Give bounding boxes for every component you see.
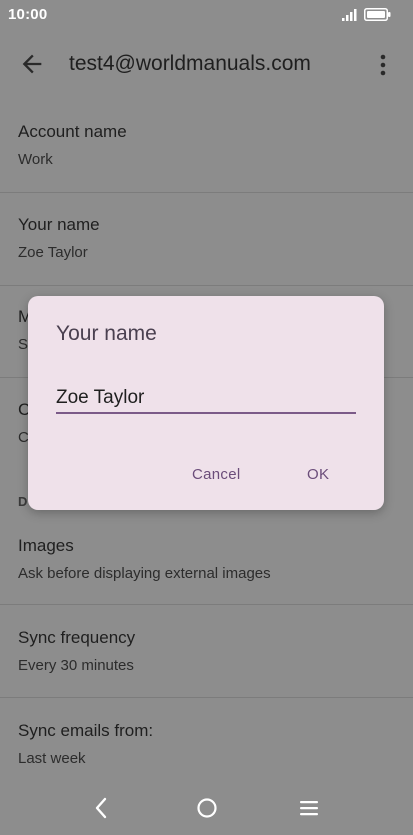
more-vert-icon bbox=[380, 54, 386, 76]
setting-value: Every 30 minutes bbox=[18, 657, 134, 674]
signal-icon bbox=[342, 8, 357, 21]
setting-value: Ask before displaying external images bbox=[18, 565, 271, 582]
back-nav-icon bbox=[95, 797, 107, 819]
settings-screen: 10:00 test4@worldmanuals.com Account nam… bbox=[0, 0, 413, 835]
status-time: 10:00 bbox=[8, 6, 48, 23]
setting-images[interactable]: Images Ask before displaying external im… bbox=[0, 536, 413, 605]
setting-title: Sync frequency bbox=[18, 628, 136, 647]
ok-button[interactable]: OK bbox=[307, 466, 329, 483]
page-title: test4@worldmanuals.com bbox=[69, 52, 311, 75]
back-button[interactable] bbox=[18, 50, 46, 78]
home-nav-icon bbox=[197, 798, 217, 818]
setting-value: Last week bbox=[18, 750, 86, 767]
dialog-title: Your name bbox=[56, 322, 157, 345]
setting-value: Zoe Taylor bbox=[18, 244, 88, 261]
status-icons bbox=[342, 8, 391, 21]
app-bar: test4@worldmanuals.com bbox=[0, 30, 413, 100]
setting-your-name[interactable]: Your name Zoe Taylor bbox=[0, 215, 413, 286]
name-input[interactable] bbox=[56, 384, 356, 414]
setting-account-name[interactable]: Account name Work bbox=[0, 122, 413, 193]
nav-home-button[interactable] bbox=[193, 794, 221, 822]
nav-menu-button[interactable] bbox=[295, 794, 323, 822]
arrow-back-icon bbox=[22, 54, 42, 74]
cancel-button[interactable]: Cancel bbox=[192, 466, 241, 483]
more-options-button[interactable] bbox=[373, 52, 393, 78]
system-navigation-bar bbox=[0, 780, 413, 835]
setting-sync-emails-from[interactable]: Sync emails from: Last week bbox=[0, 721, 413, 781]
setting-value: Work bbox=[18, 151, 53, 168]
battery-icon bbox=[364, 8, 391, 21]
nav-back-button[interactable] bbox=[87, 794, 115, 822]
setting-title: Your name bbox=[18, 215, 100, 234]
section-header: D bbox=[18, 494, 28, 509]
edit-name-dialog: Your name Cancel OK bbox=[28, 296, 384, 510]
status-bar: 10:00 bbox=[0, 0, 413, 30]
setting-sync-frequency[interactable]: Sync frequency Every 30 minutes bbox=[0, 628, 413, 698]
menu-nav-icon bbox=[300, 801, 318, 816]
setting-title: Images bbox=[18, 536, 74, 555]
setting-title: Account name bbox=[18, 122, 127, 141]
setting-title: Sync emails from: bbox=[18, 721, 154, 740]
